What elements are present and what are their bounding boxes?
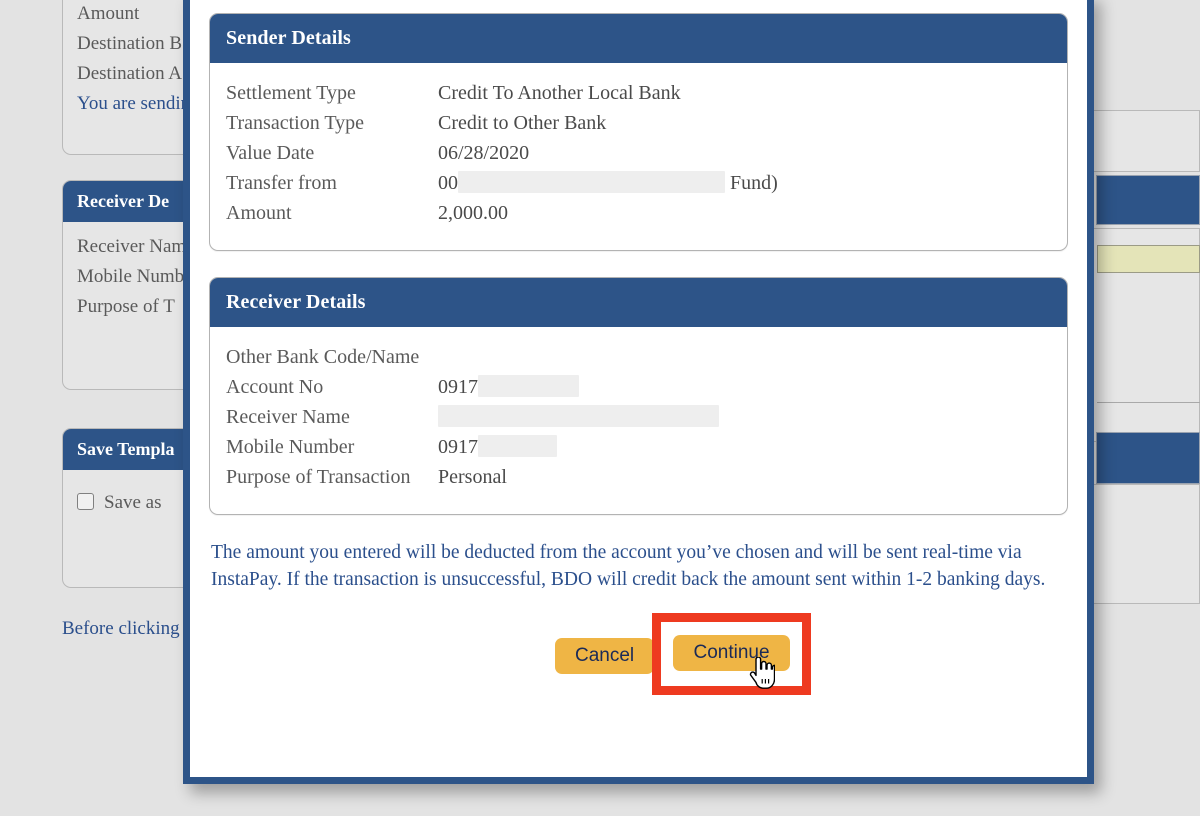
sender-details-body: Settlement Type Credit To Another Local … xyxy=(210,63,1067,250)
other-bank-code-name-label: Other Bank Code/Name xyxy=(226,346,420,368)
receiver-name-value xyxy=(438,402,719,432)
field-amount: Amount 2,000.00 xyxy=(226,198,1051,228)
field-account-no: Account No 0917 xyxy=(226,372,1051,402)
modal-content: Sender Details Settlement Type Credit To… xyxy=(190,0,1087,695)
receiver-details-title: Receiver Details xyxy=(210,278,1067,327)
amount-label: Amount xyxy=(226,202,292,224)
mobile-number-prefix: 0917 xyxy=(438,436,478,458)
value-date-label: Value Date xyxy=(226,142,315,164)
background-right-body-bottom xyxy=(1094,484,1200,604)
disclaimer-text: The amount you entered will be deducted … xyxy=(211,542,1046,590)
value-date-value: 06/28/2020 xyxy=(438,142,530,164)
transfer-from-prefix: 00 xyxy=(438,172,458,194)
modal-actions: Cancel Continue xyxy=(209,613,1068,695)
background-right-header-2 xyxy=(1096,432,1200,484)
purpose-of-transaction-value: Personal xyxy=(438,466,507,488)
continue-highlight-box: Continue xyxy=(652,613,811,695)
receiver-name-label: Receiver Name xyxy=(226,406,350,428)
background-right-body-top xyxy=(1094,110,1200,172)
background-footer-note: Before clicking xyxy=(62,618,180,639)
mobile-number-redacted xyxy=(478,435,557,457)
transfer-from-redacted xyxy=(458,171,725,193)
background-right-header-1 xyxy=(1096,175,1200,225)
confirmation-modal: Sender Details Settlement Type Credit To… xyxy=(183,0,1094,784)
field-mobile-number: Mobile Number 0917 xyxy=(226,432,1051,462)
purpose-of-transaction-label: Purpose of Transaction xyxy=(226,466,411,488)
account-no-label: Account No xyxy=(226,376,324,398)
save-as-label: Save as xyxy=(104,492,162,513)
transfer-from-value: 00 Fund) xyxy=(438,168,778,198)
continue-button[interactable]: Continue xyxy=(673,634,790,671)
background-right-divider xyxy=(1097,402,1200,403)
amount-value: 2,000.00 xyxy=(438,202,508,224)
transaction-type-label: Transaction Type xyxy=(226,112,365,134)
settlement-type-label: Settlement Type xyxy=(226,82,356,104)
sender-details-card: Sender Details Settlement Type Credit To… xyxy=(209,13,1068,251)
settlement-type-value: Credit To Another Local Bank xyxy=(438,82,681,104)
field-settlement-type: Settlement Type Credit To Another Local … xyxy=(226,78,1051,108)
transfer-from-suffix: Fund) xyxy=(725,172,778,194)
save-as-checkbox[interactable] xyxy=(77,493,94,510)
receiver-details-body: Other Bank Code/Name Account No 0917 Rec… xyxy=(210,327,1067,514)
field-transaction-type: Transaction Type Credit to Other Bank xyxy=(226,108,1051,138)
transfer-from-label: Transfer from xyxy=(226,172,337,194)
transaction-type-value: Credit to Other Bank xyxy=(438,112,607,134)
sender-details-title: Sender Details xyxy=(210,14,1067,63)
field-transfer-from: Transfer from 00 Fund) xyxy=(226,168,1051,198)
cancel-button[interactable]: Cancel xyxy=(555,638,655,674)
mobile-number-label: Mobile Number xyxy=(226,436,355,458)
mobile-number-value: 0917 xyxy=(438,432,557,462)
field-purpose-of-transaction: Purpose of Transaction Personal xyxy=(226,462,1051,492)
background-right-input-field[interactable] xyxy=(1097,245,1200,273)
account-no-value: 0917 xyxy=(438,372,579,402)
account-no-redacted xyxy=(478,375,579,397)
field-value-date: Value Date 06/28/2020 xyxy=(226,138,1051,168)
receiver-details-card: Receiver Details Other Bank Code/Name Ac… xyxy=(209,277,1068,515)
field-receiver-name: Receiver Name xyxy=(226,402,1051,432)
account-no-prefix: 0917 xyxy=(438,376,478,398)
receiver-name-redacted xyxy=(438,405,719,427)
field-other-bank-code-name: Other Bank Code/Name xyxy=(226,342,1051,372)
